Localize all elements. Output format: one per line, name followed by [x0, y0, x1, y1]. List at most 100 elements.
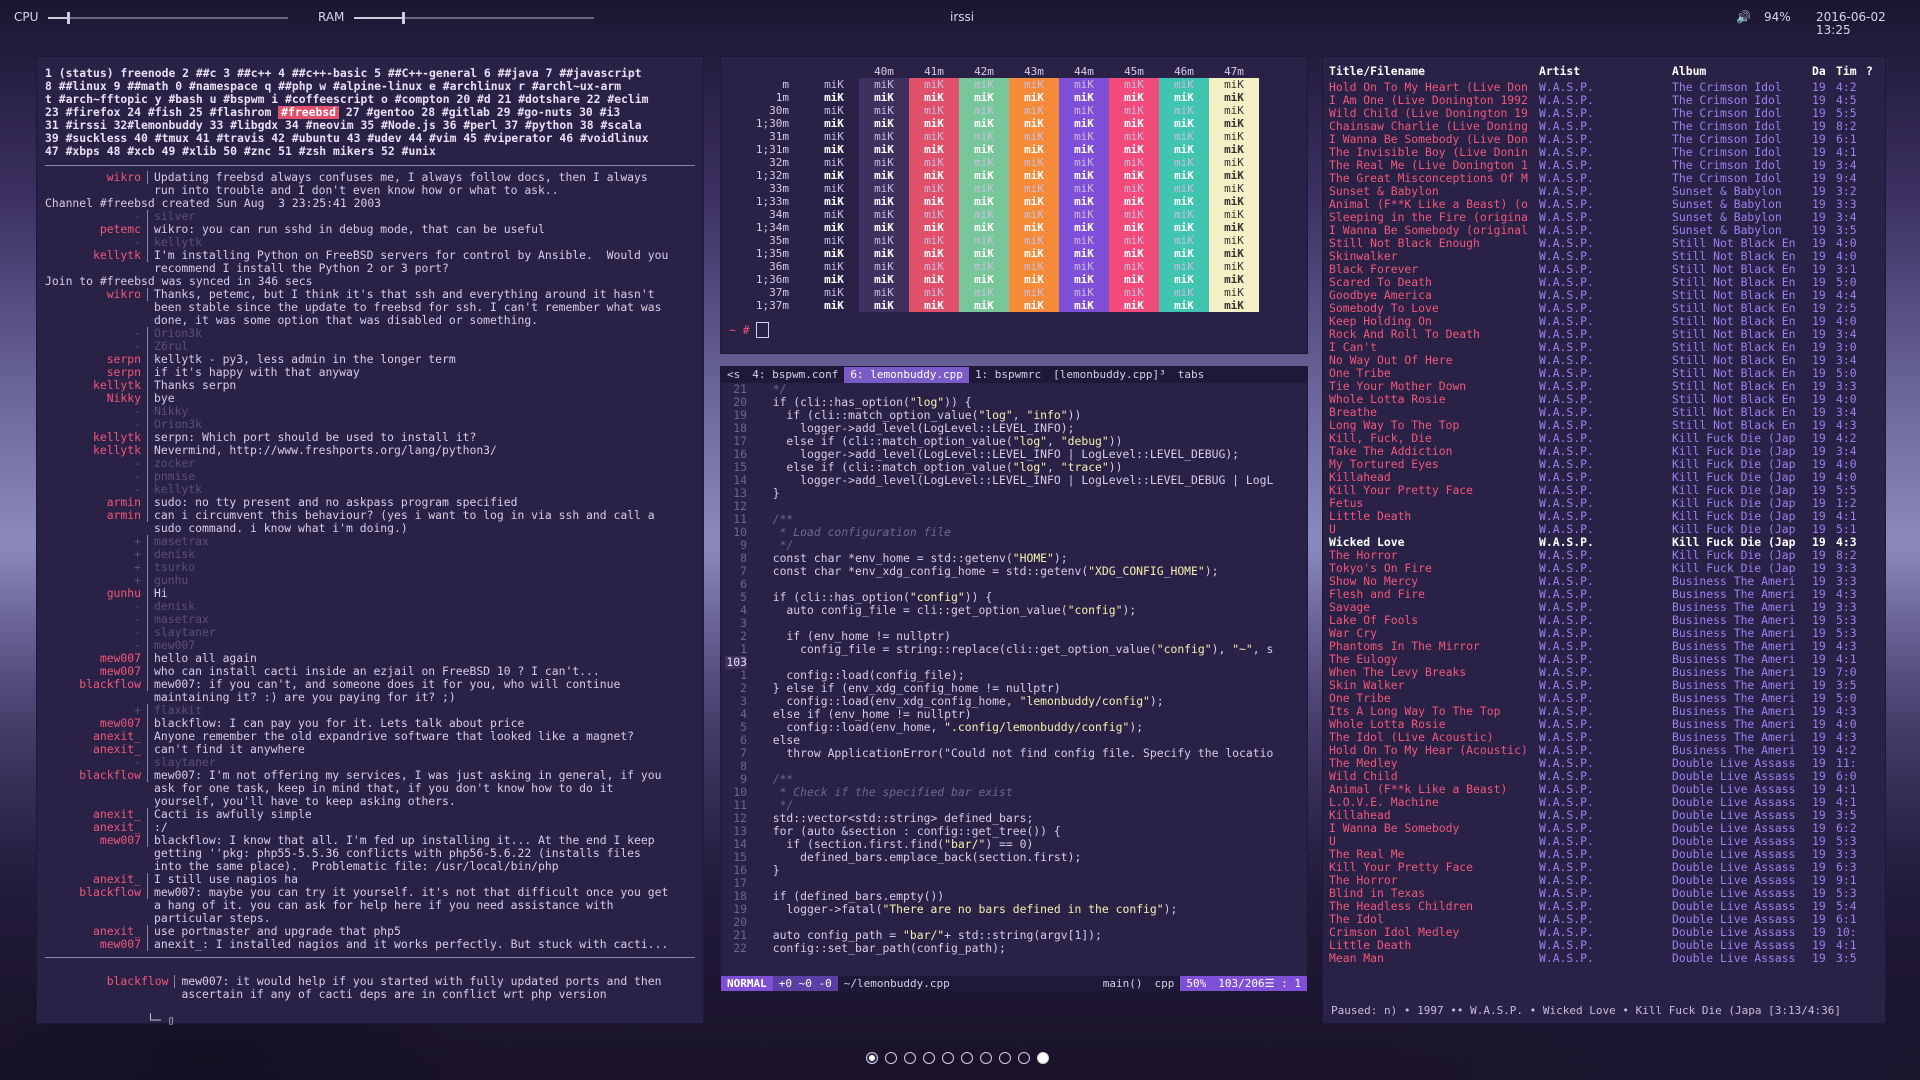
playlist-row[interactable]: Long Way To The Top W.A.S.P. Still Not Bla…	[1329, 419, 1879, 432]
playlist-row[interactable]: Little Death W.A.S.P. Double Live Assass 19…	[1329, 939, 1879, 952]
vim-tab[interactable]: 1: bspwmrc	[969, 367, 1047, 383]
message-nick[interactable]: gunhu	[45, 587, 147, 600]
desktop-dot[interactable]	[1037, 1052, 1049, 1064]
playlist-row[interactable]: No Way Out Of Here W.A.S.P. Still Not Blac…	[1329, 354, 1879, 367]
desktop-indicator[interactable]	[866, 1052, 1049, 1064]
playlist-row[interactable]: Take The Addiction W.A.S.P. Kill Fuck Die …	[1329, 445, 1879, 458]
playlist-row[interactable]: Kill Your Pretty Face W.A.S.P. Double Live…	[1329, 861, 1879, 874]
irssi-window[interactable]: 1 (status) freenode 2 ##c 3 ##c++ 4 ##c+…	[36, 56, 704, 1027]
message-nick[interactable]: -	[45, 756, 147, 769]
input-line[interactable]: blackflow mew007: it would help if you st…	[45, 962, 695, 1014]
playlist-row[interactable]: One Tribe W.A.S.P. Business The Ameri 19 5:0	[1329, 692, 1879, 705]
code-line[interactable]: 18 logger->add_level(LogLevel::LEVEL_INF…	[725, 422, 1307, 435]
message-nick[interactable]: mew007	[45, 717, 147, 730]
playlist-row[interactable]: Skinwalker W.A.S.P. Still Not Black En 19 4:…	[1329, 250, 1879, 263]
playlist-row[interactable]: The Real Me (Live Donington 1 W.A.S.P. The…	[1329, 159, 1879, 172]
playlist-row[interactable]: Whole Lotta Rosie W.A.S.P. Still Not Black…	[1329, 393, 1879, 406]
message-nick[interactable]: blackflow	[45, 678, 147, 691]
playlist-row[interactable]: I Can't W.A.S.P. Still Not Black En 19 3:0	[1329, 341, 1879, 354]
playlist-row[interactable]: I Wanna Be Somebody (original W.A.S.P. Sun…	[1329, 224, 1879, 237]
playlist-row[interactable]: One Tribe W.A.S.P. Still Not Black En 19 5:0	[1329, 367, 1879, 380]
message-nick[interactable]: serpn	[45, 353, 147, 366]
vim-tab[interactable]: 4: bspwm.conf	[746, 367, 844, 383]
message-nick[interactable]: armin	[45, 496, 147, 509]
channel-list-row[interactable]: t #arch~fftopic y #bash u #bspwm i #coff…	[45, 93, 695, 106]
playlist-row[interactable]: Animal (F**k Like a Beast) W.A.S.P. Double…	[1329, 783, 1879, 796]
playlist-row[interactable]: Tie Your Mother Down W.A.S.P. Still Not Bl…	[1329, 380, 1879, 393]
code-line[interactable]: 12 std::vector<std::string> defined_bars…	[725, 812, 1307, 825]
message-nick[interactable]: anexit_	[45, 873, 147, 886]
message-nick[interactable]: wikro	[45, 171, 147, 184]
code-line[interactable]: 2 if (env_home != nullptr)	[725, 630, 1307, 643]
code-line[interactable]: 11 */	[725, 799, 1307, 812]
message-nick[interactable]: mew007	[45, 652, 147, 665]
code-line[interactable]: 21 */	[725, 383, 1307, 396]
desktop-dot[interactable]	[923, 1052, 935, 1064]
message-nick[interactable]: anexit_	[45, 743, 147, 756]
message-nick[interactable]: -	[45, 626, 147, 639]
message-nick[interactable]: +	[45, 574, 147, 587]
playlist-row[interactable]: Killahead W.A.S.P. Kill Fuck Die (Jap 19 4:0	[1329, 471, 1879, 484]
desktop-dot[interactable]	[942, 1052, 954, 1064]
vim-tab[interactable]: 6: lemonbuddy.cpp	[844, 367, 969, 383]
channel-list-row[interactable]: 1 (status) freenode 2 ##c 3 ##c++ 4 ##c+…	[45, 67, 695, 80]
terminal-colortable[interactable]: 40m 41m 42m 43m 44m 45m 46m 47m m miK miK miK miK miK…	[720, 56, 1308, 354]
vim-tab[interactable]: <s	[721, 367, 746, 383]
code-line[interactable]: 1 config::load(config_file);	[725, 669, 1307, 682]
playlist-row[interactable]: Wild Child W.A.S.P. Double Live Assass 19 6:…	[1329, 770, 1879, 783]
playlist-row[interactable]: Chainsaw Charlie (Live Doning W.A.S.P. The…	[1329, 120, 1879, 133]
code-line[interactable]: 13 for (auto &section : config::get_tree…	[725, 825, 1307, 838]
message-nick[interactable]: armin	[45, 509, 147, 522]
code-line[interactable]: 14 logger->add_level(LogLevel::LEVEL_INF…	[725, 474, 1307, 487]
playlist-row[interactable]: My Tortured Eyes W.A.S.P. Kill Fuck Die (J…	[1329, 458, 1879, 471]
desktop-dot[interactable]	[904, 1052, 916, 1064]
channel-list[interactable]: 1 (status) freenode 2 ##c 3 ##c++ 4 ##c+…	[45, 67, 695, 158]
message-nick[interactable]: -	[45, 613, 147, 626]
playlist-row[interactable]: Skin Walker W.A.S.P. Business The Ameri 19 3…	[1329, 679, 1879, 692]
code-line[interactable]: 4 else if (env_home != nullptr)	[725, 708, 1307, 721]
playlist-row[interactable]: Kill Your Pretty Face W.A.S.P. Kill Fuck D…	[1329, 484, 1879, 497]
playlist-row[interactable]: I Wanna Be Somebody W.A.S.P. Double Live A…	[1329, 822, 1879, 835]
code-line[interactable]: 8 const char *env_home = std::getenv("HO…	[725, 552, 1307, 565]
playlist-row[interactable]: Show No Mercy W.A.S.P. Business The Ameri 1…	[1329, 575, 1879, 588]
desktop-dot[interactable]	[961, 1052, 973, 1064]
playlist-row[interactable]: I Am One (Live Donington 1992 W.A.S.P. The…	[1329, 94, 1879, 107]
music-player[interactable]: Title/Filename Artist Album Da Tim ? Hol…	[1322, 56, 1886, 1024]
playlist-row[interactable]: Breathe W.A.S.P. Still Not Black En 19 3:4	[1329, 406, 1879, 419]
playlist-row[interactable]: Wild Child (Live Donington 19 W.A.S.P. The…	[1329, 107, 1879, 120]
channel-list-row[interactable]: 39 #suckless 40 #tmux 41 #travis 42 #ubu…	[45, 132, 695, 145]
code-line[interactable]: 20 if (cli::has_option("log")) {	[725, 396, 1307, 409]
playlist-row[interactable]: Sunset & Babylon W.A.S.P. Sunset & Babylon…	[1329, 185, 1879, 198]
message-nick[interactable]: -	[45, 457, 147, 470]
playlist-row[interactable]: The Idol (Live Acoustic) W.A.S.P. Business…	[1329, 731, 1879, 744]
message-nick[interactable]: anexit_	[45, 730, 147, 743]
playlist-row[interactable]: The Great Misconceptions Of M W.A.S.P. The…	[1329, 172, 1879, 185]
desktop-dot[interactable]	[980, 1052, 992, 1064]
code-line[interactable]: 2 } else if (env_xdg_config_home != null…	[725, 682, 1307, 695]
playlist-row[interactable]: Mean Man W.A.S.P. Double Live Assass 19 3:5	[1329, 952, 1879, 965]
playlist-row[interactable]: Phantoms In The Mirror W.A.S.P. Business T…	[1329, 640, 1879, 653]
message-nick[interactable]: -	[45, 405, 147, 418]
message-nick[interactable]: -	[45, 340, 147, 353]
code-line[interactable]: 4 auto config_file = cli::get_option_val…	[725, 604, 1307, 617]
playlist-row[interactable]: Blind in Texas W.A.S.P. Double Live Assass…	[1329, 887, 1879, 900]
channel-selected[interactable]: #freebsd	[278, 106, 340, 119]
playlist-row[interactable]: The Real Me W.A.S.P. Double Live Assass 19 3…	[1329, 848, 1879, 861]
channel-list-row[interactable]: 8 ##linux 9 ##math 0 #namespace q ##php …	[45, 80, 695, 93]
desktop-dot[interactable]	[1018, 1052, 1030, 1064]
shell-prompt[interactable]: ~ #	[729, 322, 1299, 338]
code-line[interactable]: 15 defined_bars.emplace_back(section.fir…	[725, 851, 1307, 864]
channel-list-row[interactable]: 31 #irssi 32#lemonbuddy 33 #libgdx 34 #n…	[45, 119, 695, 132]
playlist-row[interactable]: The Idol W.A.S.P. Double Live Assass 19 6:1	[1329, 913, 1879, 926]
message-nick[interactable]: anexit_	[45, 821, 147, 834]
code-line[interactable]: 16 }	[725, 864, 1307, 877]
channel-list-row[interactable]: 23 #firefox 24 #fish 25 #flashrom #freeb…	[45, 106, 695, 119]
playlist-row[interactable]: Crimson Idol Medley W.A.S.P. Double Live A…	[1329, 926, 1879, 939]
playlist-row[interactable]: Goodbye America W.A.S.P. Still Not Black E…	[1329, 289, 1879, 302]
code-line[interactable]: 9 /**	[725, 773, 1307, 786]
playlist-row[interactable]: Scared To Death W.A.S.P. Still Not Black E…	[1329, 276, 1879, 289]
playlist-row[interactable]: The Eulogy W.A.S.P. Business The Ameri 19 4:…	[1329, 653, 1879, 666]
code-line[interactable]: 11 /**	[725, 513, 1307, 526]
playlist-row[interactable]: Somebody To Love W.A.S.P. Still Not Black …	[1329, 302, 1879, 315]
message-nick[interactable]: mew007	[45, 834, 147, 847]
